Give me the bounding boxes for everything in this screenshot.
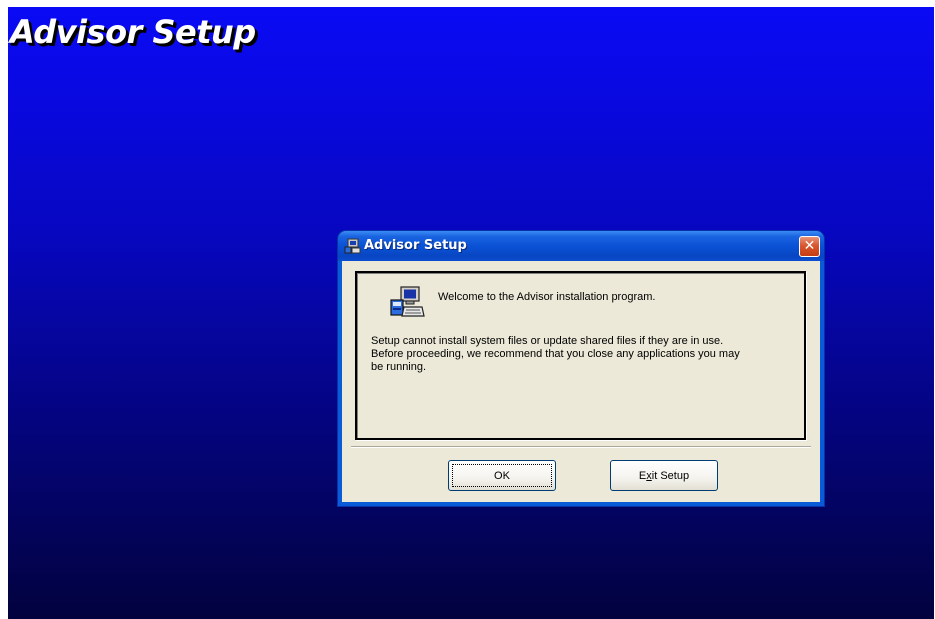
setup-window-icon — [344, 238, 361, 254]
exit-button-label: Exit Setup — [638, 469, 690, 482]
setup-dialog: Advisor Setup ✕ Welcome to the Advisor i… — [338, 231, 824, 506]
message-line: be running. — [371, 361, 427, 373]
ok-button[interactable]: OK — [448, 460, 556, 491]
computer-setup-icon — [389, 285, 425, 319]
separator — [351, 446, 811, 448]
dialog-body: Welcome to the Advisor installation prog… — [342, 261, 820, 502]
background-title: Advisor Setup — [10, 13, 256, 51]
close-button[interactable]: ✕ — [799, 236, 820, 257]
dialog-titlebar[interactable]: Advisor Setup ✕ — [338, 231, 824, 261]
message-line: Setup cannot install system files or upd… — [371, 335, 724, 347]
close-icon: ✕ — [803, 238, 816, 254]
welcome-text: Welcome to the Advisor installation prog… — [438, 291, 656, 303]
exit-setup-button[interactable]: Exit Setup — [610, 460, 718, 491]
message-panel: Welcome to the Advisor installation prog… — [355, 271, 806, 440]
warning-message: Setup cannot install system files or upd… — [371, 335, 791, 374]
focus-rectangle — [452, 464, 552, 487]
dialog-title: Advisor Setup — [364, 238, 467, 253]
message-line: Before proceeding, we recommend that you… — [371, 348, 740, 360]
